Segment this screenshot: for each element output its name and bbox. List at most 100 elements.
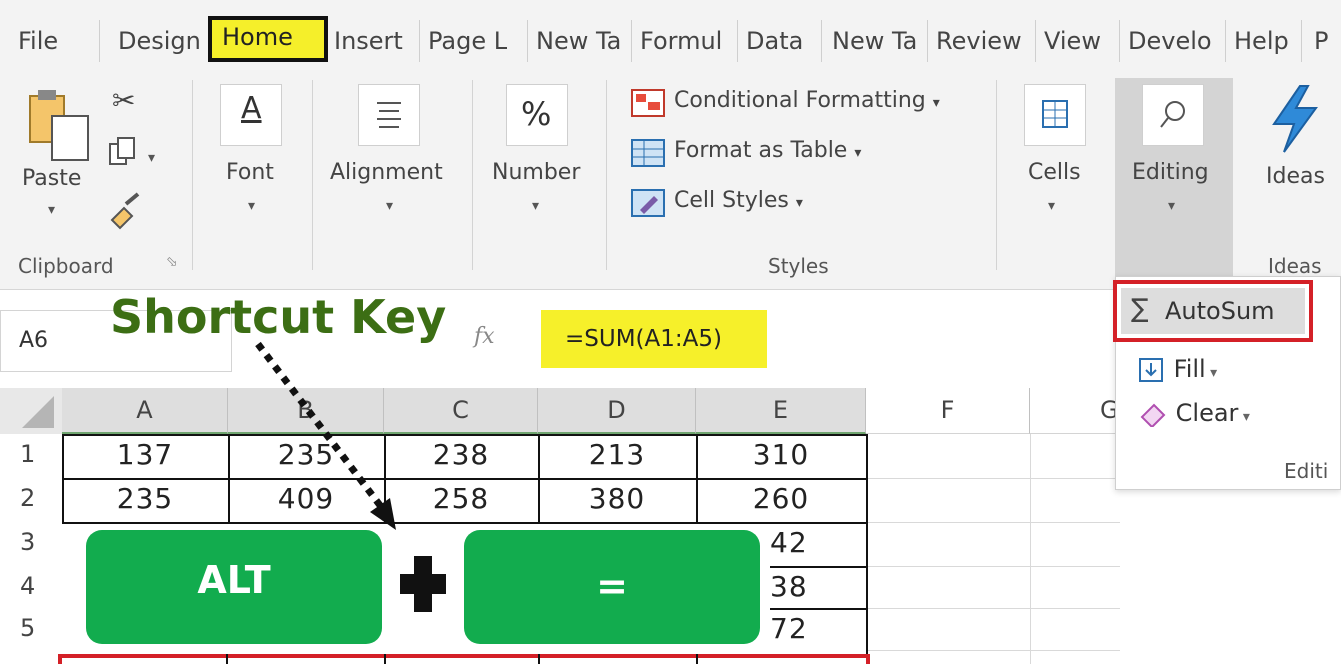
column-header-d[interactable]: D: [538, 388, 696, 434]
autosum-highlight-outline: ∑ AutoSum: [1113, 280, 1313, 342]
cell-styles-button[interactable]: Cell Styles ▾: [674, 188, 803, 213]
cell-styles-icon: [631, 189, 665, 217]
cell-e1[interactable]: 310: [696, 438, 866, 471]
conditional-formatting-dropdown-icon: ▾: [932, 95, 940, 111]
cells-label[interactable]: Cells: [1028, 160, 1081, 185]
tab-help[interactable]: Help: [1234, 20, 1302, 62]
cell-d2[interactable]: 380: [538, 482, 696, 515]
tab-design[interactable]: Design: [118, 20, 210, 62]
clear-menu-item[interactable]: Clear ▾: [1138, 399, 1250, 429]
clipboard-group-label: Clipboard: [18, 254, 114, 278]
row-header-2[interactable]: 2: [0, 484, 62, 512]
formula-input[interactable]: =SUM(A1:A5): [541, 310, 767, 368]
gridline: [866, 566, 1120, 567]
ideas-group-label: Ideas: [1268, 254, 1322, 278]
cell-a1[interactable]: 137: [62, 438, 228, 471]
tab-formulas[interactable]: Formul: [640, 20, 738, 62]
fill-menu-item[interactable]: Fill ▾: [1138, 355, 1217, 383]
row-header-4[interactable]: 4: [0, 572, 62, 600]
autosum-menu-item[interactable]: ∑ AutoSum: [1121, 288, 1305, 334]
ribbon-tab-bar: File Design Home Insert Page L New Ta Fo…: [0, 0, 1341, 78]
tab-file[interactable]: File: [18, 20, 100, 62]
table-border: [384, 654, 386, 664]
clear-label: Clear: [1175, 399, 1239, 427]
select-all-corner[interactable]: [0, 388, 62, 434]
cell-e4[interactable]: 38: [770, 570, 830, 603]
equals-key: =: [464, 530, 760, 644]
table-border: [538, 654, 540, 664]
lightning-icon[interactable]: [1266, 84, 1326, 154]
alt-key: ALT: [86, 530, 382, 644]
editing-label[interactable]: Editing: [1132, 160, 1209, 185]
format-as-table-icon: [631, 139, 665, 167]
paste-dropdown-icon[interactable]: ▾: [48, 202, 55, 218]
clipboard-launcher-icon[interactable]: ⬂: [166, 254, 178, 270]
tab-data[interactable]: Data: [746, 20, 822, 62]
number-group-button[interactable]: %: [506, 84, 568, 146]
table-border: [62, 478, 868, 480]
alignment-dropdown-icon[interactable]: ▾: [386, 198, 393, 214]
tab-view[interactable]: View: [1044, 20, 1120, 62]
percent-icon: %: [521, 95, 552, 133]
cells-dropdown-icon[interactable]: ▾: [1048, 198, 1055, 214]
alignment-group-button[interactable]: [358, 84, 420, 146]
copy-dropdown-icon[interactable]: ▾: [148, 150, 155, 166]
font-label[interactable]: Font: [226, 160, 274, 185]
row-header-5[interactable]: 5: [0, 614, 62, 642]
row-header-3[interactable]: 3: [0, 528, 62, 556]
cell-d1[interactable]: 213: [538, 438, 696, 471]
tab-p[interactable]: P: [1314, 20, 1341, 62]
gridline: [866, 608, 1120, 609]
column-header-f[interactable]: F: [866, 388, 1030, 434]
tab-home[interactable]: Home: [208, 16, 328, 62]
font-dropdown-icon[interactable]: ▾: [248, 198, 255, 214]
format-as-table-button[interactable]: Format as Table ▾: [674, 138, 861, 163]
tab-page-layout[interactable]: Page L: [428, 20, 528, 62]
tab-new-tab-2[interactable]: New Ta: [832, 20, 928, 62]
align-lines-icon: [377, 102, 401, 128]
autosum-label: AutoSum: [1165, 297, 1275, 325]
fx-icon[interactable]: fx: [474, 324, 495, 349]
number-label[interactable]: Number: [492, 160, 580, 185]
table-border: [62, 434, 868, 436]
font-group-button[interactable]: A: [220, 84, 282, 146]
ribbon-separator: [472, 80, 473, 270]
cell-styles-dropdown-icon: ▾: [795, 195, 803, 211]
tab-developer[interactable]: Develo: [1128, 20, 1226, 62]
conditional-formatting-button[interactable]: Conditional Formatting ▾: [674, 88, 940, 113]
cell-e3[interactable]: 42: [770, 526, 830, 559]
cell-a2[interactable]: 235: [62, 482, 228, 515]
editing-group-label: Editi: [1284, 459, 1329, 483]
column-header-a[interactable]: A: [62, 388, 228, 434]
row-header-1[interactable]: 1: [0, 440, 62, 468]
cells-group-button[interactable]: [1024, 84, 1086, 146]
column-header-e[interactable]: E: [696, 388, 866, 434]
paste-label[interactable]: Paste: [22, 166, 81, 191]
paste-icon[interactable]: [24, 88, 94, 168]
format-as-table-label: Format as Table: [674, 138, 848, 163]
editing-dropdown-icon[interactable]: ▾: [1168, 198, 1175, 214]
gridline: [1030, 434, 1031, 664]
ribbon-separator: [606, 80, 607, 270]
table-border: [866, 434, 868, 664]
cut-icon[interactable]: ✂: [112, 84, 135, 117]
format-painter-icon[interactable]: [104, 190, 144, 230]
tab-new-tab-1[interactable]: New Ta: [536, 20, 632, 62]
ribbon: Paste ▾ ✂ ▾ Clipboard ⬂ A Font ▾ Alignme…: [0, 78, 1341, 290]
fill-down-icon: [1139, 358, 1163, 382]
cell-e2[interactable]: 260: [696, 482, 866, 515]
tab-review[interactable]: Review: [936, 20, 1036, 62]
ribbon-separator: [996, 80, 997, 270]
tab-insert[interactable]: Insert: [334, 20, 420, 62]
column-header-g[interactable]: G: [1030, 388, 1120, 434]
ribbon-separator: [312, 80, 313, 270]
ideas-label[interactable]: Ideas: [1266, 164, 1325, 189]
copy-icon[interactable]: [106, 136, 146, 170]
styles-group-label: Styles: [768, 254, 829, 278]
format-as-table-dropdown-icon: ▾: [854, 145, 862, 161]
editing-group-button[interactable]: [1142, 84, 1204, 146]
number-dropdown-icon[interactable]: ▾: [532, 198, 539, 214]
cell-e5[interactable]: 72: [770, 612, 830, 645]
table-border: [770, 608, 868, 610]
alignment-label[interactable]: Alignment: [330, 160, 443, 185]
